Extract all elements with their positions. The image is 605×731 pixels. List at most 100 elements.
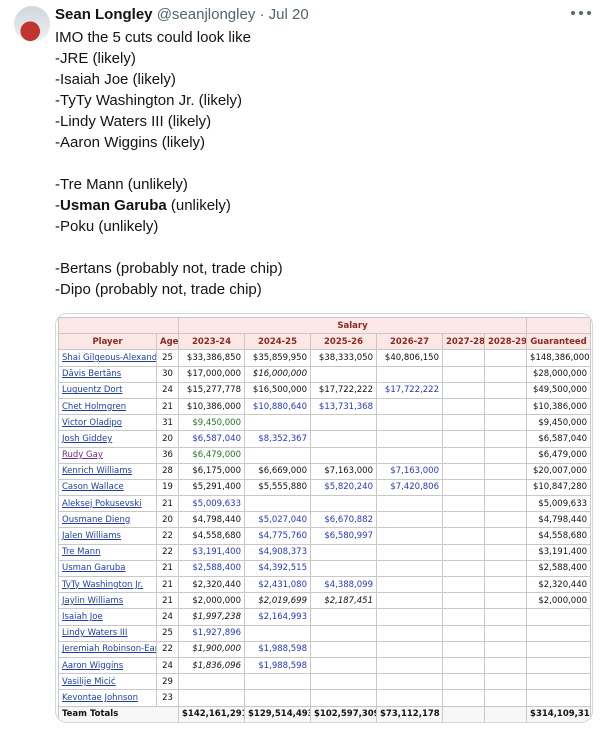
salary-cell: [310, 624, 377, 642]
salary-cell: $7,163,000: [376, 462, 443, 480]
salary-cell: $2,164,993: [244, 608, 311, 626]
column-header-row: Player Age 2023-24 2024-25 2025-26 2026-27 202…: [58, 333, 592, 351]
salary-cell: $1,997,238: [178, 608, 245, 626]
more-options-icon[interactable]: [571, 6, 591, 20]
table-row: Jaylin Williams 21 $2,000,000 $2,019,699 $2,…: [58, 592, 592, 610]
salary-cell: [442, 397, 485, 416]
column-header[interactable]: 2028-29: [483, 333, 528, 351]
column-header[interactable]: Age: [156, 333, 179, 351]
salary-cell: $6,580,997: [310, 527, 377, 545]
player-name-link[interactable]: Shai Gilgeous-Alexander: [58, 349, 157, 367]
salary-cell: [483, 478, 528, 497]
table-row: Aleksej Pokusevski 21 $5,009,633 $5,009,633: [58, 495, 592, 513]
table-row: Lindy Waters III 25 $1,927,896: [58, 624, 592, 642]
media-attachment[interactable]: Salary Player Age 2023-24 2024-25 2025-26 202…: [55, 313, 593, 723]
avatar[interactable]: [14, 6, 50, 42]
guaranteed-cell: $5,009,633: [526, 495, 592, 513]
player-name-link[interactable]: Josh Giddey: [58, 430, 157, 448]
salary-cell: [244, 495, 311, 513]
tweet-line: -TyTy Washington Jr. (likely): [55, 90, 585, 111]
salary-table: Salary Player Age 2023-24 2024-25 2025-26 202…: [58, 316, 592, 722]
player-name-link[interactable]: Aaron Wiggins: [58, 656, 157, 675]
salary-cell: [310, 495, 377, 513]
salary-cell: [442, 349, 485, 367]
total-guaranteed-cell: $314,109,313: [526, 705, 592, 722]
guaranteed-cell: [526, 656, 592, 675]
team-totals-row: Team Totals $142,161,291 $129,514,493 $102,…: [58, 705, 592, 722]
salary-group-row: Salary: [58, 316, 592, 335]
salary-cell: [310, 543, 377, 561]
salary-cell: [310, 640, 377, 658]
player-name-link[interactable]: Dāvis Bertāns: [58, 365, 157, 383]
table-row: Dāvis Bertāns 30 $17,000,000 $16,000,000 $28…: [58, 365, 592, 383]
tweet-line: [55, 237, 585, 258]
player-name-link[interactable]: Vasilije Micić: [58, 673, 157, 691]
salary-cell: [244, 689, 311, 707]
player-age: 24: [156, 381, 179, 399]
player-name-link[interactable]: Luguentz Dort: [58, 381, 157, 399]
player-name-link[interactable]: Kevontae Johnson: [58, 689, 157, 707]
tweet-line: IMO the 5 cuts could look like: [55, 27, 585, 48]
salary-cell: [376, 365, 443, 383]
player-name-link[interactable]: Lindy Waters III: [58, 624, 157, 642]
guaranteed-cell: $4,798,440: [526, 511, 592, 529]
player-name-link[interactable]: Isaiah Joe: [58, 608, 157, 626]
salary-cell: $3,191,400: [178, 543, 245, 561]
player-name-link[interactable]: Kenrich Williams: [58, 462, 157, 480]
salary-cell: [376, 446, 443, 464]
player-name-link[interactable]: TyTy Washington Jr.: [58, 575, 157, 594]
column-header[interactable]: 2025-26: [310, 333, 377, 351]
guaranteed-cell: $10,847,280: [526, 478, 592, 497]
player-age: 22: [156, 543, 179, 561]
table-row: Ousmane Dieng 20 $4,798,440 $5,027,040 $6,67…: [58, 511, 592, 529]
salary-cell: [483, 511, 528, 529]
tweet-date[interactable]: Jul 20: [269, 6, 309, 23]
player-name-link[interactable]: Ousmane Dieng: [58, 511, 157, 529]
salary-cell: [483, 673, 528, 691]
salary-cell: [483, 559, 528, 578]
player-name-link[interactable]: Rudy Gay: [58, 446, 157, 464]
salary-cell: $15,277,778: [178, 381, 245, 399]
salary-group-header: Salary: [177, 316, 528, 335]
tweet-header: Sean Longley @seanjlongley · Jul 20: [55, 5, 309, 25]
player-age: 25: [156, 349, 179, 367]
salary-cell: $4,798,440: [178, 511, 245, 529]
player-name-link[interactable]: Victor Oladipo: [58, 414, 157, 432]
guaranteed-cell: [526, 624, 592, 642]
player-name-link[interactable]: Usman Garuba: [58, 559, 157, 578]
tweet-line-text: -TyTy Washington Jr. (likely): [55, 92, 242, 109]
salary-cell: $1,988,598: [244, 656, 311, 675]
salary-cell: [376, 559, 443, 578]
player-name-link[interactable]: Chet Holmgren: [58, 397, 157, 416]
salary-cell: [483, 656, 528, 675]
tweet-line: -Usman Garuba (unlikely): [55, 195, 585, 216]
player-name-link[interactable]: Jaylin Williams: [58, 592, 157, 610]
player-name-link[interactable]: Cason Wallace: [58, 478, 157, 497]
player-name-link[interactable]: Jalen Williams: [58, 527, 157, 545]
salary-cell: [376, 608, 443, 626]
total-cell: $142,161,291: [178, 705, 245, 722]
salary-cell: [244, 673, 311, 691]
column-header[interactable]: 2026-27: [376, 333, 443, 351]
player-name-link[interactable]: Jeremiah Robinson-Earl: [58, 640, 157, 658]
salary-cell: [376, 673, 443, 691]
salary-cell: [376, 397, 443, 416]
total-cell: $102,597,309: [310, 705, 377, 722]
player-name-link[interactable]: Tre Mann: [58, 543, 157, 561]
column-header[interactable]: 2023-24: [178, 333, 245, 351]
salary-cell: [376, 689, 443, 707]
salary-cell: [442, 673, 485, 691]
author-handle[interactable]: @seanjlongley: [157, 6, 256, 23]
table-row: Victor Oladipo 31 $9,450,000 $9,450,000: [58, 414, 592, 432]
player-name-link[interactable]: Aleksej Pokusevski: [58, 495, 157, 513]
table-row: Shai Gilgeous-Alexander 25 $33,386,850 $35,…: [58, 349, 592, 367]
column-header[interactable]: Guaranteed: [526, 333, 592, 351]
column-header[interactable]: 2024-25: [244, 333, 311, 351]
player-age: 21: [156, 559, 179, 578]
guaranteed-cell: $10,386,000: [526, 397, 592, 416]
column-header[interactable]: Player: [58, 333, 157, 351]
salary-cell: [244, 414, 311, 432]
salary-cell: [483, 495, 528, 513]
column-header[interactable]: 2027-28: [442, 333, 485, 351]
author-name[interactable]: Sean Longley: [55, 6, 153, 23]
